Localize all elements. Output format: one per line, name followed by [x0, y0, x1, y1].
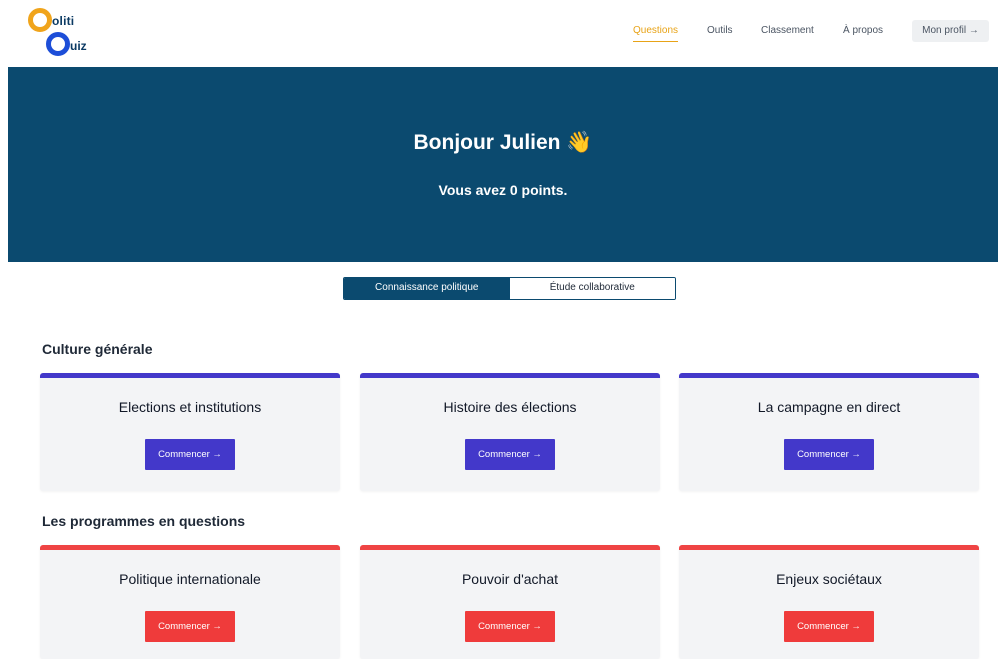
card-title: Enjeux sociétaux [776, 571, 882, 587]
card-accent-bar [679, 373, 979, 378]
start-button[interactable]: Commencer → [784, 439, 874, 470]
quiz-card: Histoire des élections Commencer → [360, 373, 660, 491]
nav-a-propos[interactable]: À propos [843, 20, 883, 42]
points-text: Vous avez 0 points. [438, 182, 568, 198]
nav-classement[interactable]: Classement [761, 20, 814, 42]
quiz-card: La campagne en direct Commencer → [679, 373, 979, 491]
card-accent-bar [360, 545, 660, 550]
tab-etude-collaborative[interactable]: Étude collaborative [509, 278, 675, 299]
card-title: Histoire des élections [443, 399, 577, 415]
logo-q-ring [46, 32, 70, 56]
logo-text-politi: oliti [52, 14, 75, 28]
section-title-culture-generale: Culture générale [42, 341, 153, 357]
politiquiz-logo[interactable]: oliti uiz [28, 6, 98, 60]
card-title: Pouvoir d'achat [461, 571, 559, 587]
quiz-card: Pouvoir d'achat Commencer → [360, 545, 660, 659]
card-accent-bar [40, 373, 340, 378]
quiz-card: Elections et institutions Commencer → [40, 373, 340, 491]
card-title: Politique internationale [119, 571, 261, 587]
top-navbar: oliti uiz Questions Outils Classement À … [0, 0, 998, 66]
profile-button[interactable]: Mon profil → [912, 20, 989, 42]
start-button[interactable]: Commencer → [784, 611, 874, 642]
card-accent-bar [40, 545, 340, 550]
nav-questions[interactable]: Questions [633, 20, 679, 42]
quiz-card: Enjeux sociétaux Commencer → [679, 545, 979, 659]
card-accent-bar [679, 545, 979, 550]
nav-outils[interactable]: Outils [707, 20, 733, 42]
quiz-card: Politique internationale Commencer → [40, 545, 340, 659]
card-accent-bar [360, 373, 660, 378]
logo-text-quiz: uiz [70, 39, 87, 53]
greeting-heading: Bonjour Julien 👋 [413, 131, 593, 154]
hero-banner: Bonjour Julien 👋 Vous avez 0 points. [8, 67, 998, 262]
tab-connaissance-politique[interactable]: Connaissance politique [344, 278, 510, 299]
start-button[interactable]: Commencer → [465, 439, 555, 470]
start-button[interactable]: Commencer → [465, 611, 555, 642]
card-title: La campagne en direct [757, 399, 901, 415]
start-button[interactable]: Commencer → [145, 611, 235, 642]
section-title-programmes: Les programmes en questions [42, 513, 246, 529]
card-title: Elections et institutions [118, 399, 262, 415]
start-button[interactable]: Commencer → [145, 439, 235, 470]
mode-toggle: Connaissance politique Étude collaborati… [343, 277, 676, 300]
logo-p-ring [28, 8, 52, 32]
